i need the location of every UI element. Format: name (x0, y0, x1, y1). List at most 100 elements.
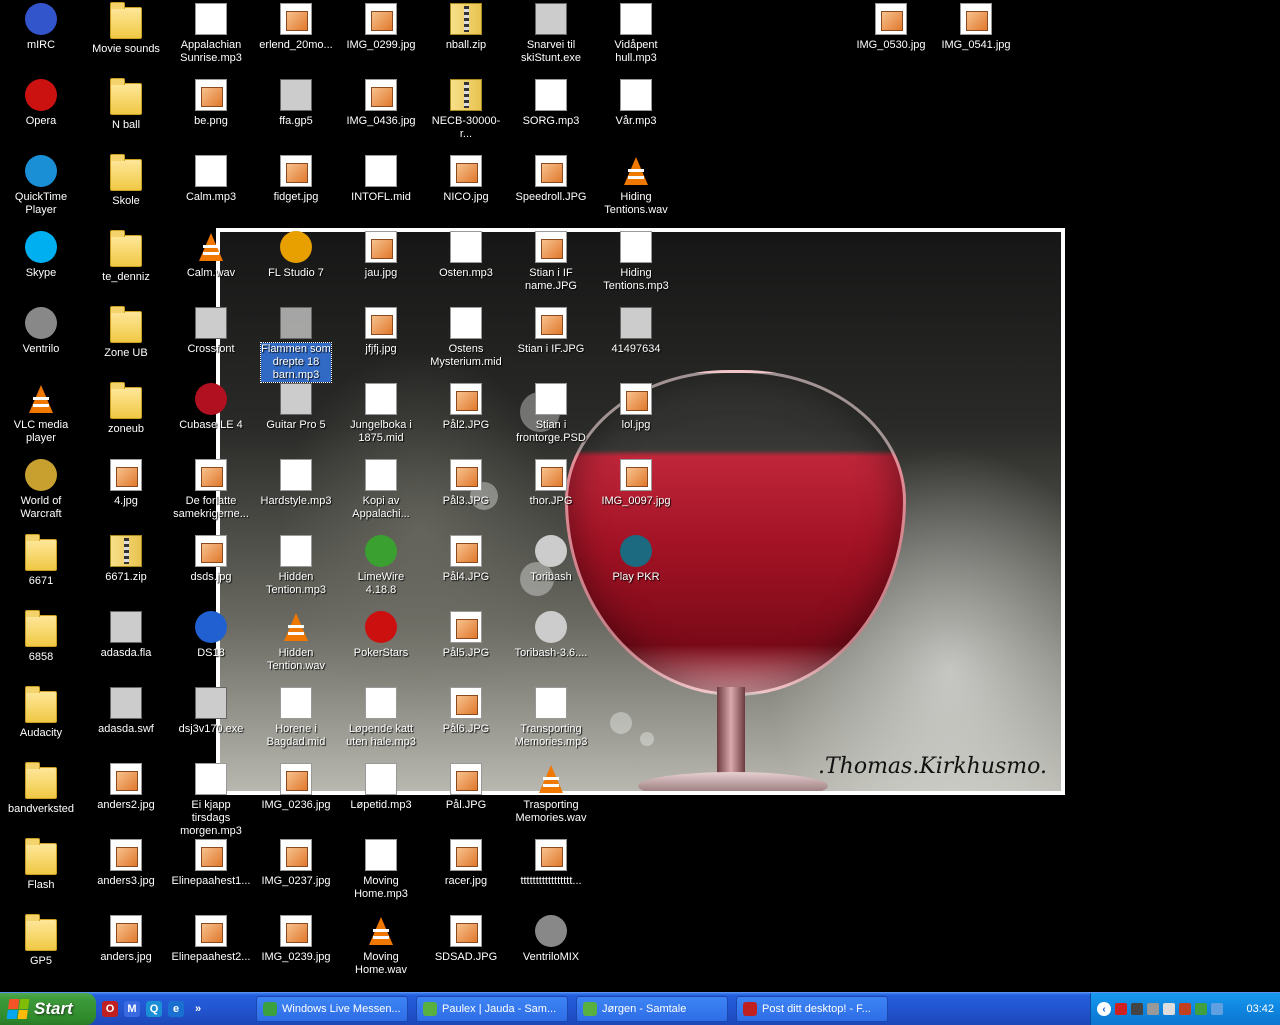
taskbar-button[interactable]: Windows Live Messen... (256, 996, 408, 1022)
desktop-icon[interactable]: NECB-30000-r... (426, 79, 506, 141)
desktop-icon[interactable]: Crossfont (171, 307, 251, 356)
desktop-icon[interactable]: DS18 (171, 611, 251, 660)
desktop-icon[interactable]: dsj3v170.exe (171, 687, 251, 736)
desktop-icon[interactable]: IMG_0237.jpg (256, 839, 336, 888)
desktop-icon[interactable]: 6858 (1, 610, 81, 664)
desktop-icon[interactable]: ffa.gp5 (256, 79, 336, 128)
speaker-icon[interactable] (1163, 1003, 1175, 1015)
desktop-icon[interactable]: adasda.fla (86, 611, 166, 660)
internet-explorer-icon[interactable]: e (168, 1001, 184, 1017)
desktop-icon[interactable]: be.png (171, 79, 251, 128)
desktop-icon[interactable]: anders2.jpg (86, 763, 166, 812)
opera-icon[interactable]: O (102, 1001, 118, 1017)
desktop-icon[interactable]: Elinepaahest2... (171, 915, 251, 964)
taskbar-button[interactable]: Jørgen - Samtale (576, 996, 728, 1022)
chevron-right-icon[interactable]: » (190, 1001, 206, 1017)
desktop-icon[interactable]: Pål6.JPG (426, 687, 506, 736)
desktop-icon[interactable]: jfjfj.jpg (341, 307, 421, 356)
desktop-icon[interactable]: Zone UB (86, 306, 166, 360)
desktop-icon[interactable]: Toribash (511, 535, 591, 584)
desktop-icon[interactable]: mIRC (1, 3, 81, 52)
chevron-left-icon[interactable]: ‹ (1097, 1002, 1111, 1016)
desktop-icon[interactable]: 6671 (1, 534, 81, 588)
desktop-icon[interactable]: De forlatte samekrigerne... (171, 459, 251, 521)
desktop-icon[interactable]: FL Studio 7 (256, 231, 336, 280)
messenger-icon[interactable]: M (124, 1001, 140, 1017)
steam-icon[interactable] (1131, 1003, 1143, 1015)
desktop-icon[interactable]: nball.zip (426, 3, 506, 52)
desktop-icon[interactable]: Skype (1, 231, 81, 280)
desktop-icon[interactable]: IMG_0541.jpg (936, 3, 1016, 52)
desktop-icon[interactable]: World of Warcraft (1, 459, 81, 521)
clock[interactable]: 03:42 (1246, 1003, 1274, 1015)
start-button[interactable]: Start (0, 993, 96, 1025)
desktop-icon[interactable]: ♫ INTOFL.mid (341, 155, 421, 204)
desktop-icon[interactable]: Pål5.JPG (426, 611, 506, 660)
desktop-icon[interactable]: Pål3.JPG (426, 459, 506, 508)
desktop-icon[interactable]: Stian i IF.JPG (511, 307, 591, 356)
desktop-icon[interactable]: ♫ Stian i frontorge.PSD (511, 383, 591, 445)
desktop-icon[interactable]: Speedroll.JPG (511, 155, 591, 204)
desktop-icon[interactable]: Toribash-3.6.... (511, 611, 591, 660)
taskbar-button[interactable]: Paulex | Jauda - Sam... (416, 996, 568, 1022)
desktop-icon[interactable]: Play PKR (596, 535, 676, 584)
desktop-icon[interactable]: erlend_20mo... (256, 3, 336, 52)
desktop-icon[interactable]: ♪ Hidden Tention.mp3 (256, 535, 336, 597)
desktop-icon[interactable]: lol.jpg (596, 383, 676, 432)
network-icon[interactable] (1147, 1003, 1159, 1015)
desktop-icon[interactable]: Elinepaahest1... (171, 839, 251, 888)
desktop-icon[interactable]: ♪ Hiding Tentions.mp3 (596, 231, 676, 293)
desktop-icon[interactable]: Movie sounds (86, 2, 166, 56)
desktop-icon[interactable]: PokerStars (341, 611, 421, 660)
desktop-icon[interactable]: SDSAD.JPG (426, 915, 506, 964)
desktop-icon[interactable]: jau.jpg (341, 231, 421, 280)
desktop-icon[interactable]: zoneub (86, 382, 166, 436)
desktop-icon[interactable]: bandverksted (1, 762, 81, 816)
ventrilo-tray-icon[interactable] (1211, 1003, 1223, 1015)
desktop-icon[interactable]: NICO.jpg (426, 155, 506, 204)
desktop-icon[interactable]: VLC media player (1, 383, 81, 445)
desktop-icon[interactable]: thor.JPG (511, 459, 591, 508)
desktop-icon[interactable]: LimeWire 4.18.8 (341, 535, 421, 597)
desktop-icon[interactable]: QuickTime Player (1, 155, 81, 217)
desktop-icon[interactable]: te_denniz (86, 230, 166, 284)
desktop-icon[interactable]: Stian i IF name.JPG (511, 231, 591, 293)
desktop-icon[interactable]: 6671.zip (86, 535, 166, 584)
messenger-tray-icon[interactable] (1195, 1003, 1207, 1015)
desktop-icon[interactable]: ♪ Transporting Memories.mp3 (511, 687, 591, 749)
desktop-icon[interactable]: Skole (86, 154, 166, 208)
desktop-icon[interactable]: ♪ Osten.mp3 (426, 231, 506, 280)
desktop-icon[interactable]: IMG_0239.jpg (256, 915, 336, 964)
desktop-icon[interactable]: Ventrilo (1, 307, 81, 356)
desktop-icon[interactable]: IMG_0236.jpg (256, 763, 336, 812)
desktop-icon[interactable]: ♪ Løpende katt uten hale.mp3 (341, 687, 421, 749)
realtek-icon[interactable] (1179, 1003, 1191, 1015)
desktop-icon[interactable]: Flash (1, 838, 81, 892)
desktop-icon[interactable]: adasda.swf (86, 687, 166, 736)
desktop-icon[interactable]: IMG_0299.jpg (341, 3, 421, 52)
desktop-icon[interactable]: N ball (86, 78, 166, 132)
desktop-icon[interactable]: ♪ Appalachian Sunrise.mp3 (171, 3, 251, 65)
desktop-icon[interactable]: Pål2.JPG (426, 383, 506, 432)
desktop-icon[interactable]: Snarvei til skiStunt.exe (511, 3, 591, 65)
desktop-icon[interactable]: Opera (1, 79, 81, 128)
desktop-icon[interactable]: ♪ Calm.mp3 (171, 155, 251, 204)
desktop-icon[interactable]: Hiding Tentions.wav (596, 155, 676, 217)
desktop-icon[interactable]: Cubase LE 4 (171, 383, 251, 432)
quicktime-icon[interactable]: Q (146, 1001, 162, 1017)
desktop-icon[interactable]: GP5 (1, 914, 81, 968)
desktop-icon[interactable]: ♪ Flammen som drepte 18 barn.mp3 (256, 307, 336, 383)
desktop-icon[interactable]: dsds.jpg (171, 535, 251, 584)
desktop-icon[interactable]: ♫ Ostens Mysterium.mid (426, 307, 506, 369)
desktop-icon[interactable]: IMG_0436.jpg (341, 79, 421, 128)
desktop-icon[interactable]: Trasporting Memories.wav (511, 763, 591, 825)
desktop-icon[interactable]: ♪ Vår.mp3 (596, 79, 676, 128)
desktop-icon[interactable]: VentriloMIX (511, 915, 591, 964)
taskbar-button[interactable]: Post ditt desktop! - F... (736, 996, 888, 1022)
desktop-icon[interactable]: anders.jpg (86, 915, 166, 964)
desktop-icon[interactable]: ♪ Moving Home.mp3 (341, 839, 421, 901)
desktop-icon[interactable]: IMG_0097.jpg (596, 459, 676, 508)
desktop-icon[interactable]: Hidden Tention.wav (256, 611, 336, 673)
desktop-icon[interactable]: anders3.jpg (86, 839, 166, 888)
desktop-icon[interactable]: ttttttttttttttttt... (511, 839, 591, 888)
